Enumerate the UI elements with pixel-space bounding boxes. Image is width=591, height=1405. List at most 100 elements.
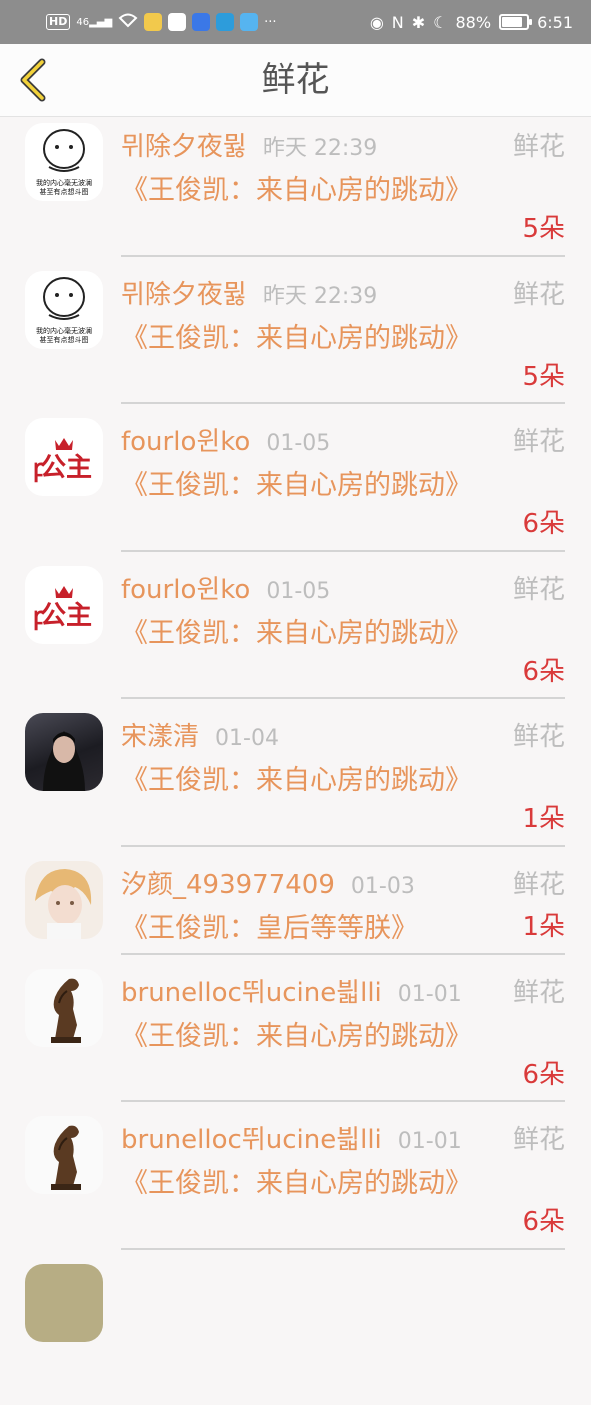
status-bar: HD 46▂▄▆ ··· ◉ N ✱ ☾ 88% 6:51	[0, 0, 591, 44]
horse-statue-avatar-image	[25, 969, 103, 1047]
svg-text:ꝼ: ꝼ	[33, 454, 43, 483]
app-notification-icon	[168, 13, 186, 31]
nfc-icon: N	[392, 13, 404, 32]
send-date: 01-03	[351, 874, 415, 899]
meme-caption-2: 甚至有点想斗图	[40, 335, 89, 344]
princess-avatar-image: 公主 ꝼ	[25, 566, 103, 644]
divider	[121, 845, 565, 847]
anime-avatar-image	[25, 861, 103, 939]
app-notification-icon	[240, 13, 258, 31]
list-item[interactable]: brunelloc뛰ucine븳lli01-01 鲜花 《王俊凯：来自心房的跳动…	[0, 963, 591, 1111]
avatar[interactable]	[25, 861, 103, 939]
bluetooth-icon: ✱	[412, 13, 425, 32]
network-type: 46	[76, 17, 89, 28]
gift-type: 鲜花	[513, 574, 565, 606]
send-date: 昨天 22:39	[263, 136, 377, 161]
gift-type: 鲜花	[513, 1124, 565, 1156]
gift-title[interactable]: 《王俊凯：来自心房的跳动》	[121, 761, 471, 800]
sender-name: brunelloc뛰ucine븳lli 01-01	[121, 977, 462, 1011]
avatar[interactable]	[25, 969, 103, 1047]
gift-title[interactable]: 《王俊凯：来自心房的跳动》	[121, 319, 471, 358]
clock: 6:51	[537, 13, 573, 32]
wifi-icon	[118, 12, 138, 32]
send-date: 01-04	[215, 726, 279, 751]
battery-percent: 88%	[456, 13, 492, 32]
app-notification-icon	[192, 13, 210, 31]
send-date: 01-01	[398, 1129, 462, 1154]
gift-count: 6朵	[522, 508, 565, 540]
sender-name: fourlo윈ko 01-05	[121, 574, 330, 608]
gift-type: 鲜花	[513, 426, 565, 458]
eye-icon: ◉	[370, 13, 384, 32]
battery-icon	[499, 14, 529, 30]
divider	[121, 1248, 565, 1250]
meme-avatar-image: 我的内心毫无波澜 甚至有点想斗图	[25, 271, 103, 349]
sender-name: 宋漾清01-04	[121, 721, 279, 755]
meme-caption-2: 甚至有点想斗图	[40, 187, 89, 196]
sender-name: 汐颜_493977409 01-03	[121, 869, 415, 903]
gift-title[interactable]: 《王俊凯：来自心房的跳动》	[121, 1164, 471, 1203]
gift-title[interactable]: 《王俊凯：来自心房的跳动》	[121, 614, 471, 653]
gift-title[interactable]: 《王俊凯：皇后等等朕》	[121, 909, 481, 948]
sender-name: fourlo윈ko 01-05	[121, 426, 330, 460]
app-notification-icon	[216, 13, 234, 31]
meme-caption-1: 我的内心毫无波澜	[36, 326, 92, 335]
app-notification-icon	[144, 13, 162, 31]
divider	[121, 697, 565, 699]
list-item[interactable]: 汐颜_493977409 01-03 鲜花 《王俊凯：皇后等等朕》 1朵	[0, 855, 591, 963]
avatar[interactable]: 我的内心毫无波澜 甚至有点想斗图	[25, 123, 103, 201]
dnd-moon-icon: ☾	[433, 13, 447, 32]
photo-avatar-image	[25, 713, 103, 791]
sender-name-text: brunelloc뛰ucine븳lli	[121, 1125, 382, 1155]
send-date: 01-01	[398, 982, 462, 1007]
list-item[interactable]: 我的内心毫无波澜 甚至有点想斗图 뮈除夕夜뮗昨天 22:39 鲜花 《王俊凯：来…	[0, 265, 591, 413]
gift-type: 鲜花	[513, 721, 565, 753]
svg-text:ꝼ: ꝼ	[33, 602, 43, 631]
princess-label: 公主	[40, 601, 92, 631]
divider	[121, 550, 565, 552]
sender-name: 뮈除夕夜뮗昨天 22:39	[121, 279, 377, 313]
list-item[interactable]: 我的内心毫无波澜 甚至有点想斗图 뮈除夕夜뮗 昨天 22:39 鲜花 《王俊凯：来…	[0, 117, 591, 265]
list-item[interactable]: 公主 ꝼ fourlo윈ko 01-05 鲜花 《王俊凯：来自心房的跳动》 6朵	[0, 412, 591, 560]
gift-count: 5朵	[522, 213, 565, 245]
gift-type: 鲜花	[513, 131, 565, 163]
horse-statue-avatar-image	[25, 1116, 103, 1194]
gift-count: 5朵	[522, 361, 565, 393]
gift-count: 1朵	[522, 911, 565, 943]
divider	[121, 402, 565, 404]
gift-type: 鲜花	[513, 279, 565, 311]
avatar[interactable]: 公主 ꝼ	[25, 418, 103, 496]
divider	[121, 1100, 565, 1102]
gift-title[interactable]: 《王俊凯：来自心房的跳动》	[121, 171, 471, 210]
meme-caption-1: 我的内心毫无波澜	[36, 178, 92, 187]
avatar[interactable]	[25, 1264, 103, 1342]
sender-name: 뮈除夕夜뮗 昨天 22:39	[121, 131, 377, 165]
avatar[interactable]	[25, 713, 103, 791]
princess-label: 公主	[40, 453, 92, 483]
more-notifications-icon: ···	[264, 15, 276, 30]
list-item[interactable]: 宋漾清01-04 鲜花 《王俊凯：来自心房的跳动》 1朵	[0, 707, 591, 855]
send-date: 01-05	[266, 431, 330, 456]
gift-count: 6朵	[522, 656, 565, 688]
sender-name-text: fourlo윈ko	[121, 575, 250, 605]
sender-name-text: fourlo윈ko	[121, 427, 250, 457]
gift-type: 鲜花	[513, 869, 565, 901]
sender-name-text: 汐颜_493977409	[121, 870, 335, 900]
send-date: 01-05	[266, 579, 330, 604]
sender-name-text: 뮈除夕夜뮗	[121, 132, 247, 162]
gift-title[interactable]: 《王俊凯：来自心房的跳动》	[121, 466, 471, 505]
princess-avatar-image: 公主 ꝼ	[25, 418, 103, 496]
meme-avatar-image: 我的内心毫无波澜 甚至有点想斗图	[25, 123, 103, 201]
gift-title[interactable]: 《王俊凯：来自心房的跳动》	[121, 1017, 471, 1056]
sender-name: brunelloc뛰ucine븳lli 01-01	[121, 1124, 462, 1158]
app-header: 鲜花	[0, 44, 591, 117]
list-item[interactable]: 公主 ꝼ fourlo윈ko 01-05 鲜花 《王俊凯：来自心房的跳动》 6朵	[0, 560, 591, 708]
avatar[interactable]	[25, 1116, 103, 1194]
sender-name-text: brunelloc뛰ucine븳lli	[121, 978, 382, 1008]
page-title: 鲜花	[0, 58, 591, 102]
avatar[interactable]: 我的内心毫无波澜 甚至有点想斗图	[25, 271, 103, 349]
list-item[interactable]: brunelloc뛰ucine븳lli 01-01 鲜花 《王俊凯：来自心房的跳动…	[0, 1110, 591, 1258]
avatar[interactable]: 公主 ꝼ	[25, 566, 103, 644]
gift-count: 6朵	[522, 1059, 565, 1091]
sender-name-text: 뮈除夕夜뮗	[121, 280, 247, 310]
